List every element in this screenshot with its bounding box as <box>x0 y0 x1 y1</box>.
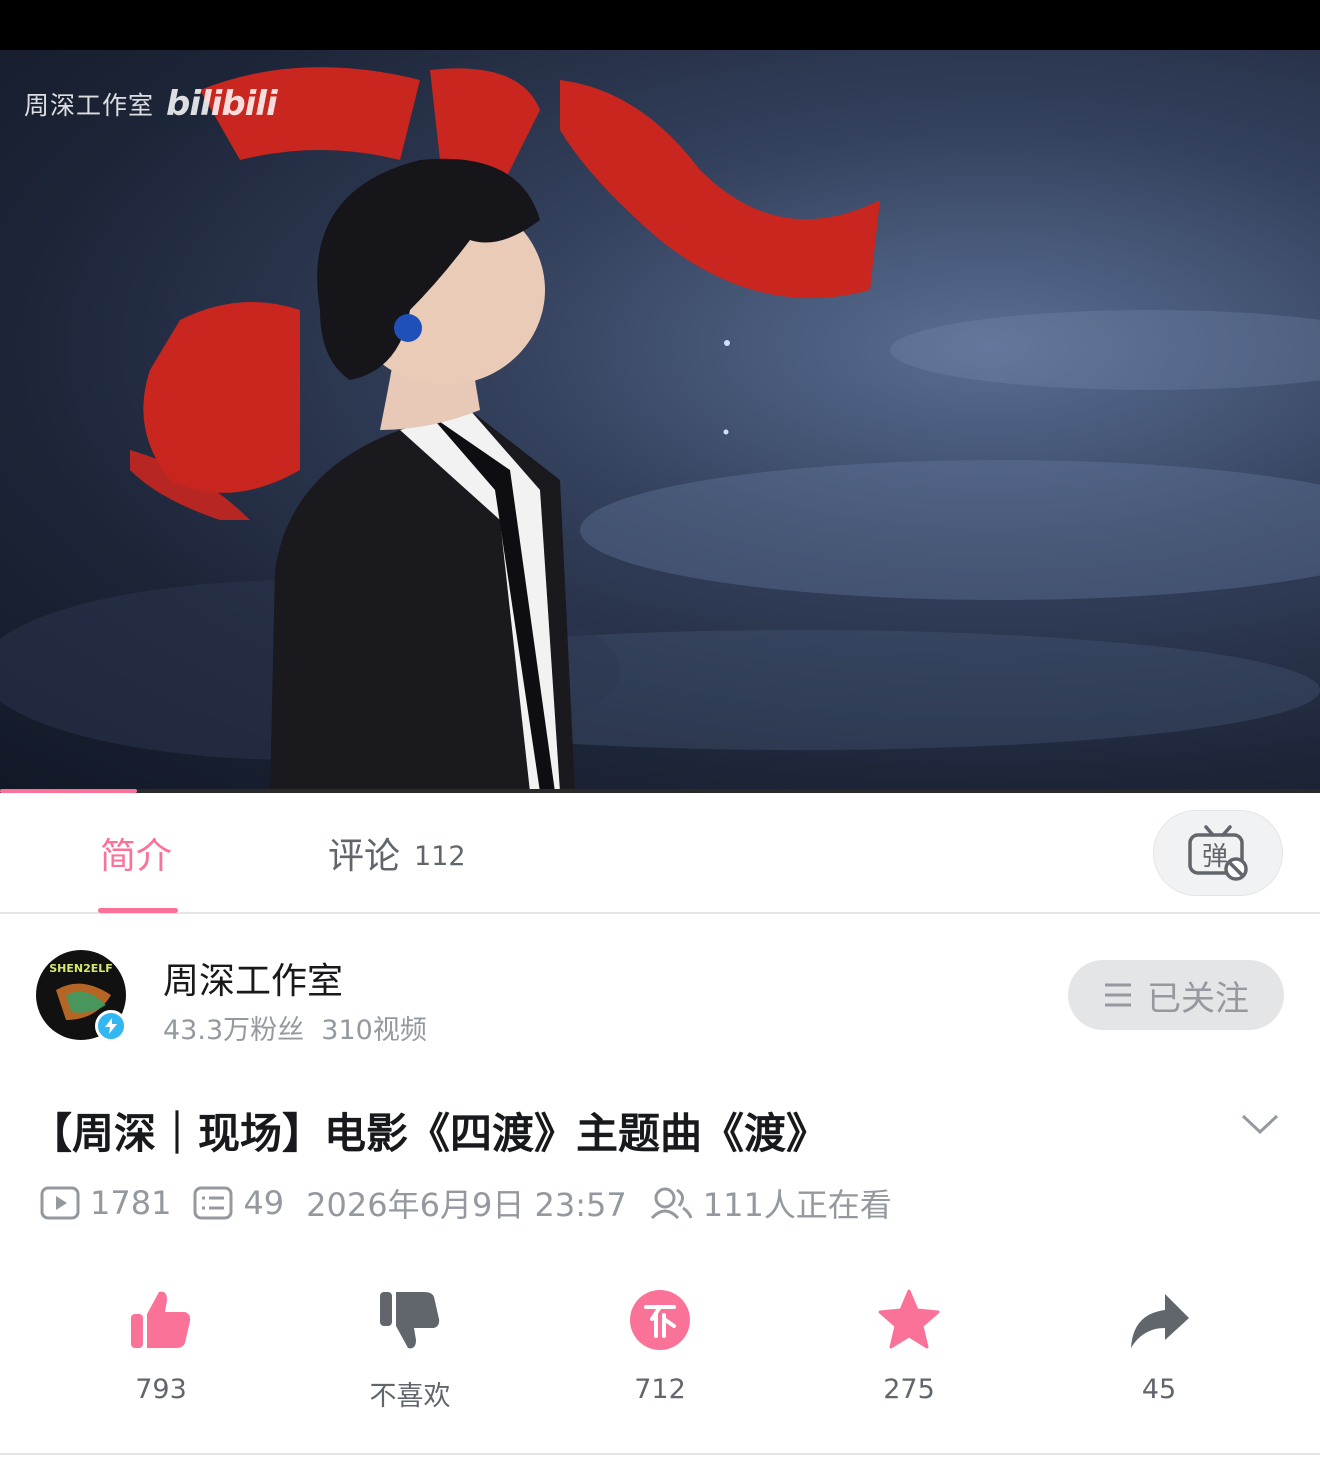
uploader-name[interactable]: 周深工作室 <box>163 952 343 1004</box>
danmaku-count-value: 49 <box>243 1184 285 1222</box>
watching-now-value: 111人正在看 <box>702 1186 892 1224</box>
lightning-icon <box>105 1018 117 1034</box>
play-icon <box>40 1186 80 1220</box>
dislike-label: 不喜欢 <box>369 1381 451 1412</box>
thumbs-down-icon <box>380 1292 440 1349</box>
video-player[interactable]: 周深工作室 bilibili <box>0 50 1320 792</box>
danmaku-off-icon: 弹 <box>1188 825 1248 881</box>
favorite-count: 275 <box>883 1374 935 1405</box>
dislike-button[interactable]: 不喜欢 <box>330 1280 490 1413</box>
share-icon <box>1131 1294 1189 1348</box>
tab-intro-indicator <box>98 908 178 913</box>
tab-comments[interactable]: 评论 112 <box>328 827 466 879</box>
uploader-videos: 310视频 <box>321 1015 427 1046</box>
publish-datetime-value: 2026年6月9日 23:57 <box>306 1186 627 1224</box>
tab-bar: 简介 评论 112 弹 <box>0 793 1320 914</box>
divider <box>0 1453 1320 1455</box>
thumbs-up-icon <box>131 1291 191 1348</box>
watching-now: 111人正在看 <box>649 1180 892 1226</box>
danmaku-icon <box>193 1186 233 1220</box>
menu-icon <box>1105 983 1131 1007</box>
uploader-stats: 43.3万粉丝 310视频 <box>163 1008 427 1047</box>
watermark-studio: 周深工作室 <box>24 91 155 120</box>
uploader-fans: 43.3万粉丝 <box>163 1015 305 1046</box>
action-bar: 793 不喜欢 712 275 45 <box>0 1280 1320 1420</box>
like-button[interactable]: 793 <box>81 1280 241 1405</box>
share-button[interactable]: 45 <box>1079 1280 1239 1405</box>
follow-button[interactable]: 已关注 <box>1068 960 1284 1030</box>
video-watermark: 周深工作室 bilibili <box>24 84 278 124</box>
viewers-icon <box>650 1187 693 1220</box>
share-count: 45 <box>1141 1374 1177 1405</box>
status-bar <box>0 0 1320 50</box>
chevron-down-icon <box>1241 1114 1279 1135</box>
like-count: 793 <box>135 1374 187 1405</box>
expand-button[interactable] <box>1240 1112 1280 1140</box>
svg-text:弹: 弹 <box>1202 842 1228 872</box>
publish-datetime: 2026年6月9日 23:57 <box>306 1180 627 1226</box>
uploader-card: SHEN2ELF 周深工作室 43.3万粉丝 310视频 已关注 <box>0 930 1320 1060</box>
video-frame <box>0 67 1320 792</box>
video-meta: 1781 49 2026年6月9日 23:57 111人正在看 <box>40 1180 914 1226</box>
video-title: 【周深｜现场】电影《四渡》主题曲《渡》 <box>30 1109 829 1158</box>
danmaku-count: 49 <box>193 1184 284 1222</box>
follow-label: 已关注 <box>1147 978 1249 1019</box>
tab-comments-label: 评论 <box>328 836 401 877</box>
favorite-button[interactable]: 275 <box>829 1280 989 1405</box>
coin-icon <box>630 1290 690 1350</box>
play-count: 1781 <box>40 1184 171 1222</box>
tab-intro[interactable]: 简介 <box>100 827 172 879</box>
star-icon <box>878 1289 940 1349</box>
play-count-value: 1781 <box>90 1184 172 1222</box>
coin-button[interactable]: 712 <box>580 1280 740 1405</box>
verified-badge <box>95 1010 127 1042</box>
bilibili-logo: bilibili <box>166 84 278 124</box>
tab-comments-count: 112 <box>414 841 466 872</box>
danmaku-toggle-button[interactable]: 弹 <box>1153 810 1283 896</box>
coin-count: 712 <box>634 1374 686 1405</box>
